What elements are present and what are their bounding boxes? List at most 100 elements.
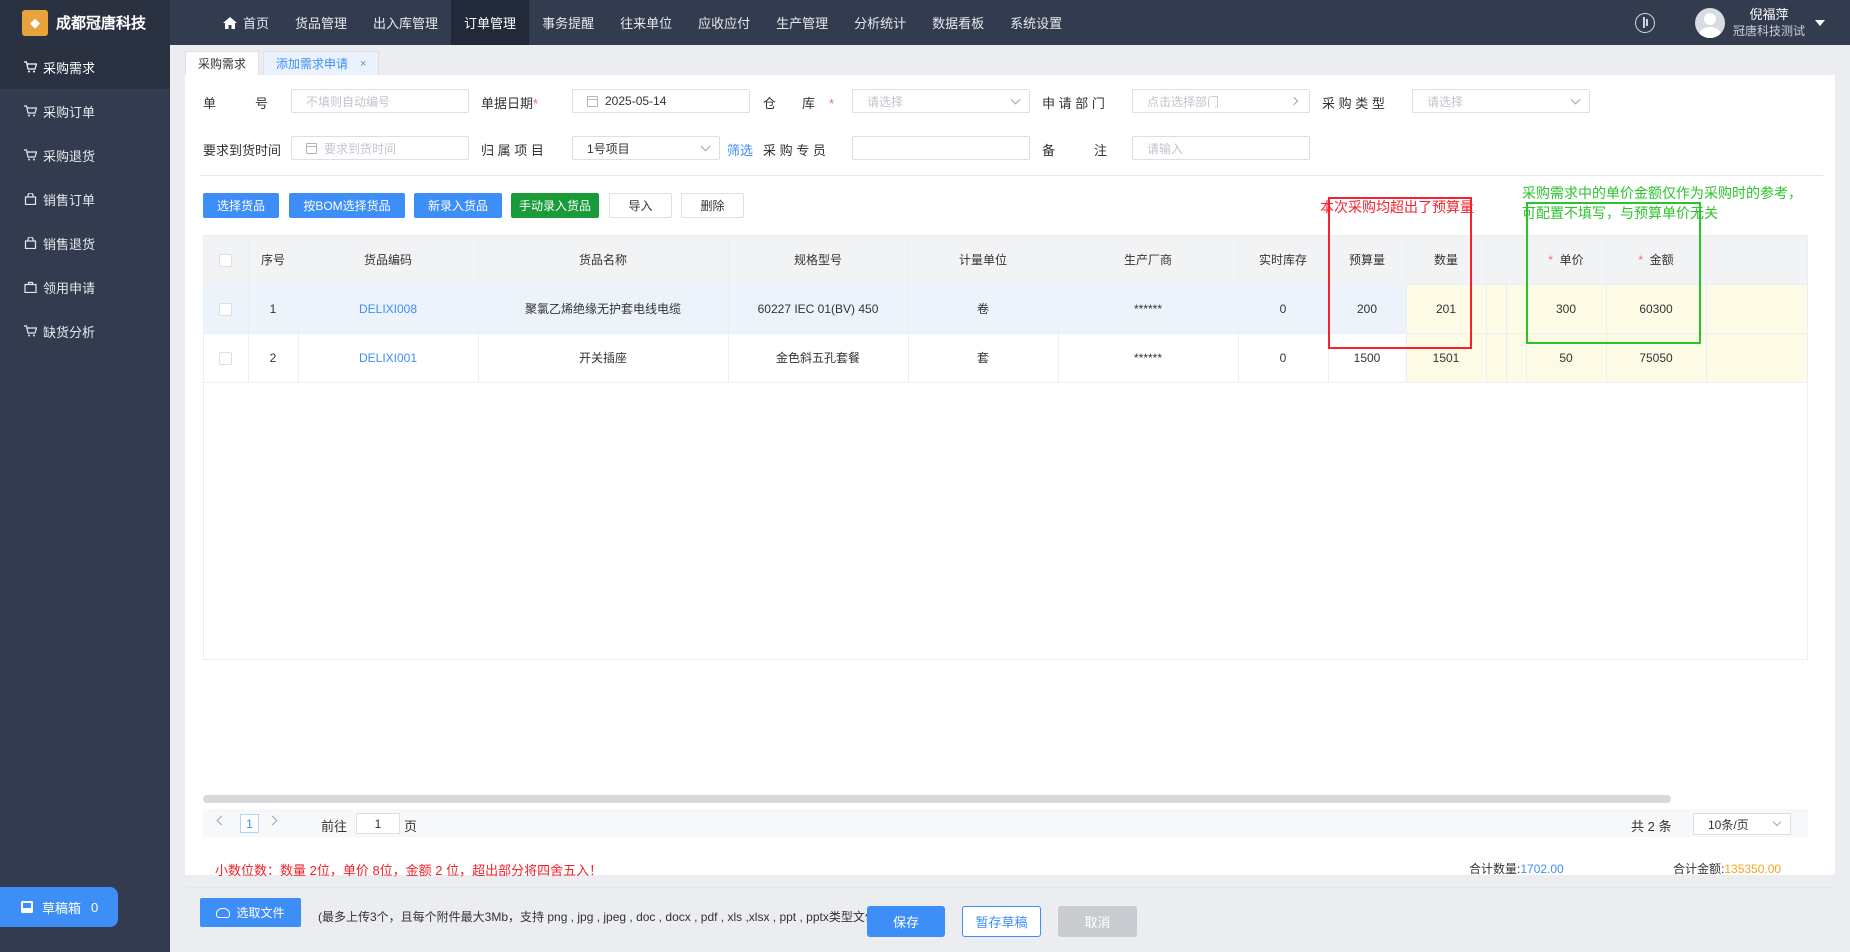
- page-number[interactable]: 1: [240, 814, 259, 833]
- select-goods-button[interactable]: 选择货品: [203, 193, 279, 218]
- cell-unit: 套: [908, 333, 1059, 383]
- ptype-select[interactable]: 请选择: [1412, 89, 1590, 113]
- close-icon[interactable]: ×: [360, 58, 366, 70]
- cell-empty: [1506, 333, 1527, 383]
- row-checkbox[interactable]: [219, 302, 233, 316]
- topnav-dashboard[interactable]: 数据看板: [919, 0, 997, 45]
- brand[interactable]: ◆ 成都冠唐科技: [0, 0, 170, 45]
- topnav-partners[interactable]: 往来单位: [607, 0, 685, 45]
- cell-code[interactable]: DELIXI008: [298, 284, 479, 334]
- topnav-analytics[interactable]: 分析统计: [841, 0, 919, 45]
- total-amount: 合计金额:135350.00: [1673, 860, 1781, 877]
- topnav-goods[interactable]: 货品管理: [282, 0, 360, 45]
- filter-link[interactable]: 筛选: [727, 140, 753, 159]
- cell-no: 1: [248, 284, 299, 334]
- annotation-green-box: [1526, 202, 1701, 344]
- home-icon: [223, 16, 237, 29]
- top-navbar: ◆ 成都冠唐科技 首页 货品管理 出入库管理 订单管理 事务提醒 往来单位 应收…: [0, 0, 1850, 45]
- row-checkbox-cell[interactable]: [204, 284, 249, 334]
- doc-no-input[interactable]: 不填则自动编号: [291, 89, 469, 113]
- sidebar-item-purchase-return[interactable]: 采购退货: [0, 133, 170, 177]
- sidebar-item-sales-order[interactable]: 销售订单: [0, 177, 170, 221]
- sidebar-item-label: 领用申请: [43, 280, 96, 296]
- calendar-icon: [587, 95, 598, 107]
- cart-icon: [24, 325, 37, 337]
- tab-bar: 采购需求 添加需求申请 ×: [185, 51, 383, 75]
- drafts-count: 0: [91, 899, 99, 915]
- brand-name: 成都冠唐科技: [56, 15, 147, 32]
- cell-code[interactable]: DELIXI001: [298, 333, 479, 383]
- sidebar-item-shortage[interactable]: 缺货分析: [0, 309, 170, 353]
- remark-input[interactable]: 请输入: [1132, 136, 1310, 160]
- page-suffix: 页: [404, 819, 418, 834]
- topnav-orders[interactable]: 订单管理: [451, 0, 530, 45]
- bag-icon: [24, 193, 37, 205]
- bom-select-button[interactable]: 按BOM选择货品: [289, 193, 405, 218]
- main-content: 单 号 不填则自动编号 单据日期* 2025-05-14 仓 库 * 请选择 申 …: [185, 75, 1835, 927]
- select-all-checkbox[interactable]: [219, 253, 233, 267]
- stats-icon[interactable]: [1634, 12, 1655, 33]
- save-button[interactable]: 保存: [867, 906, 945, 937]
- sidebar-item-sales-return[interactable]: 销售退货: [0, 221, 170, 265]
- tab-add-demand[interactable]: 添加需求申请 ×: [263, 51, 380, 75]
- form-row-2: 要求到货时间 要求到货时间 归 属 项 目 1号项目 筛选 采 购 专 员 备 …: [185, 134, 1835, 164]
- manual-goods-button[interactable]: 手动录入货品: [511, 193, 599, 218]
- caret-down-icon[interactable]: [1815, 19, 1825, 26]
- topnav-inventory[interactable]: 出入库管理: [360, 0, 451, 45]
- col-header-empty: [1706, 236, 1807, 285]
- topnav-production[interactable]: 生产管理: [763, 0, 841, 45]
- drafts-label: 草稿箱: [42, 900, 82, 916]
- cell-stock: 0: [1238, 284, 1329, 334]
- sidebar-item-label: 采购需求: [43, 60, 96, 76]
- col-header: 规格型号: [728, 236, 909, 285]
- drafts-button[interactable]: 草稿箱 0: [0, 887, 118, 927]
- col-header: 生产厂商: [1058, 236, 1239, 285]
- header-checkbox-cell[interactable]: [204, 236, 249, 285]
- import-button[interactable]: 导入: [609, 193, 672, 218]
- avatar[interactable]: [1694, 7, 1725, 38]
- prev-page-icon[interactable]: [216, 815, 227, 826]
- divider: [185, 887, 1835, 888]
- doc-date-input[interactable]: 2025-05-14: [572, 89, 750, 113]
- delete-button[interactable]: 删除: [681, 193, 744, 218]
- row-checkbox[interactable]: [219, 351, 233, 365]
- dept-input[interactable]: 点击选择部门: [1132, 89, 1310, 113]
- page-size-select[interactable]: 10条/页: [1693, 813, 1791, 835]
- cell-empty: [1486, 333, 1507, 383]
- sidebar-item-requisition[interactable]: 领用申请: [0, 265, 170, 309]
- user-info[interactable]: 倪福萍 冠唐科技测试: [1733, 7, 1805, 39]
- topnav-finance[interactable]: 应收应付: [685, 0, 763, 45]
- topnav-reminders[interactable]: 事务提醒: [529, 0, 607, 45]
- warehouse-select[interactable]: 请选择: [852, 89, 1030, 113]
- topnav-home[interactable]: 首页: [210, 0, 282, 45]
- tab-label: 添加需求申请: [276, 57, 349, 71]
- required-mark: *: [829, 96, 835, 111]
- cloud-upload-icon: [216, 907, 231, 918]
- row-checkbox-cell[interactable]: [204, 333, 249, 383]
- topnav-settings[interactable]: 系统设置: [997, 0, 1075, 45]
- cell-unit: 卷: [908, 284, 1059, 334]
- save-draft-button[interactable]: 暂存草稿: [962, 906, 1041, 937]
- arrival-date-input[interactable]: 要求到货时间: [291, 136, 469, 160]
- project-select[interactable]: 1号项目: [572, 136, 720, 160]
- sidebar-item-label: 销售退货: [43, 236, 96, 252]
- cell-name: 聚氯乙烯绝缘无护套电线电缆: [478, 284, 729, 334]
- topnav-label: 首页: [243, 16, 270, 31]
- next-page-icon[interactable]: [267, 815, 278, 826]
- buyer-input[interactable]: [852, 136, 1030, 160]
- cancel-button[interactable]: 取消: [1058, 906, 1137, 937]
- horizontal-scrollbar[interactable]: [203, 795, 1671, 803]
- chevron-down-icon: [1010, 94, 1021, 105]
- briefcase-icon: [24, 281, 37, 293]
- goto-page-input[interactable]: 1: [356, 813, 400, 834]
- cell-name: 开关插座: [478, 333, 729, 383]
- sidebar-item-purchase-demand[interactable]: 采购需求: [0, 45, 170, 89]
- col-header: 货品名称: [478, 236, 729, 285]
- new-goods-button[interactable]: 新录入货品: [414, 193, 502, 218]
- upload-button[interactable]: 选取文件: [200, 898, 301, 927]
- tab-purchase-demand[interactable]: 采购需求: [185, 51, 260, 75]
- cart-icon: [24, 105, 37, 117]
- page-size-value: 10条/页: [1708, 817, 1749, 832]
- sidebar-item-purchase-order[interactable]: 采购订单: [0, 89, 170, 133]
- project-value: 1号项目: [587, 141, 630, 156]
